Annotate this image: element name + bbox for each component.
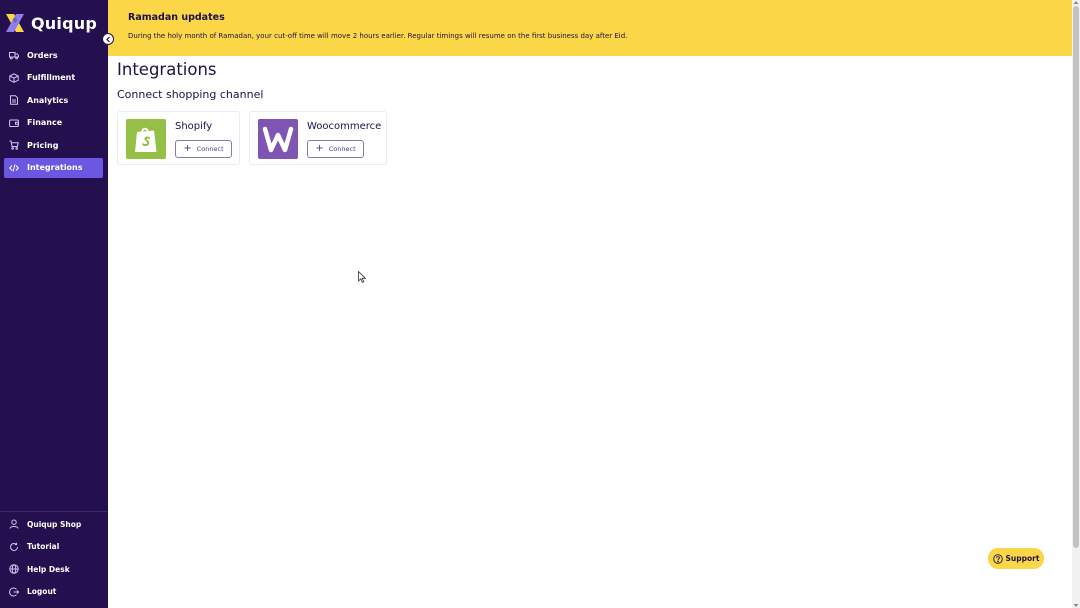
connect-button-label: Connect: [328, 145, 356, 153]
connect-button-woocommerce[interactable]: + Connect: [307, 140, 364, 158]
plus-icon: +: [183, 143, 192, 154]
banner-text: During the holy month of Ramadan, your c…: [128, 32, 628, 40]
sidebar-item-label: Integrations: [27, 163, 83, 172]
sidebar-item-label: Fulfillment: [27, 73, 76, 82]
sidebar: Quiqup Orders Fulfillment Analytics Fina…: [0, 0, 108, 608]
sidebar-item-label: Help Desk: [27, 564, 70, 574]
sidebar-item-label: Pricing: [27, 140, 59, 150]
sidebar-item-finance[interactable]: Finance: [4, 113, 103, 133]
cart-icon: [9, 140, 19, 150]
integration-name: Woocommerce: [307, 121, 382, 132]
sidebar-item-label: Finance: [27, 118, 63, 127]
connect-button-label: Connect: [196, 145, 224, 153]
box-icon: [9, 72, 19, 83]
integration-name: Shopify: [175, 121, 213, 132]
section-title: Connect shopping channel: [117, 88, 264, 101]
logout-icon: [9, 587, 19, 597]
chevron-left-icon: [105, 36, 110, 42]
sidebar-item-help-desk[interactable]: Help Desk: [4, 559, 103, 579]
sidebar-item-orders[interactable]: Orders: [4, 45, 103, 65]
help-circle-icon: [992, 553, 1003, 564]
sidebar-item-label: Tutorial: [27, 542, 60, 551]
user-icon: [9, 519, 19, 529]
code-icon: [9, 163, 19, 173]
sidebar-item-integrations[interactable]: Integrations: [4, 157, 103, 178]
sidebar-divider: [0, 511, 108, 512]
sidebar-item-quiqup-shop[interactable]: Quiqup Shop: [4, 514, 103, 534]
woocommerce-logo-icon: [258, 119, 298, 159]
mouse-cursor-icon: [358, 271, 366, 283]
sidebar-item-pricing[interactable]: Pricing: [4, 135, 103, 155]
sidebar-item-label: Quiqup Shop: [27, 519, 82, 529]
quiqup-logo-icon: [6, 14, 24, 32]
secondary-nav: Quiqup Shop Tutorial Help Desk Logout: [4, 514, 103, 604]
integration-card-shopify: Shopify + Connect: [117, 111, 240, 165]
sidebar-item-label: Analytics: [27, 95, 69, 105]
shopify-logo-icon: [126, 119, 166, 159]
support-label: Support: [1005, 554, 1040, 563]
page-scrollbar[interactable]: [1072, 0, 1080, 608]
plus-icon: +: [315, 143, 324, 154]
support-button[interactable]: Support: [988, 548, 1044, 569]
sidebar-item-logout[interactable]: Logout: [4, 582, 103, 602]
sidebar-item-tutorial[interactable]: Tutorial: [4, 537, 103, 557]
sidebar-item-label: Logout: [27, 587, 57, 596]
main-nav: Orders Fulfillment Analytics Finance Pri…: [4, 45, 103, 180]
scrollbar-thumb[interactable]: [1073, 6, 1079, 548]
document-icon: [9, 95, 19, 105]
truck-icon: [9, 50, 19, 60]
sidebar-item-analytics[interactable]: Analytics: [4, 90, 103, 110]
app-name: Quiqup: [31, 13, 97, 33]
scroll-up-icon[interactable]: [1073, 0, 1079, 5]
quiqup-logo[interactable]: Quiqup: [5, 11, 97, 35]
wallet-icon: [9, 118, 19, 128]
sidebar-item-fulfillment[interactable]: Fulfillment: [4, 68, 103, 88]
connect-button-shopify[interactable]: + Connect: [175, 140, 232, 158]
integration-card-woocommerce: Woocommerce + Connect: [249, 111, 387, 165]
refresh-icon: [9, 542, 19, 552]
page-title: Integrations: [117, 60, 217, 79]
sidebar-collapse-button[interactable]: [102, 33, 114, 45]
announcement-banner: Ramadan updates During the holy month of…: [108, 0, 1072, 56]
sidebar-item-label: Orders: [27, 50, 58, 60]
banner-title: Ramadan updates: [128, 12, 225, 23]
scroll-down-icon[interactable]: [1073, 603, 1079, 608]
globe-icon: [9, 564, 19, 574]
